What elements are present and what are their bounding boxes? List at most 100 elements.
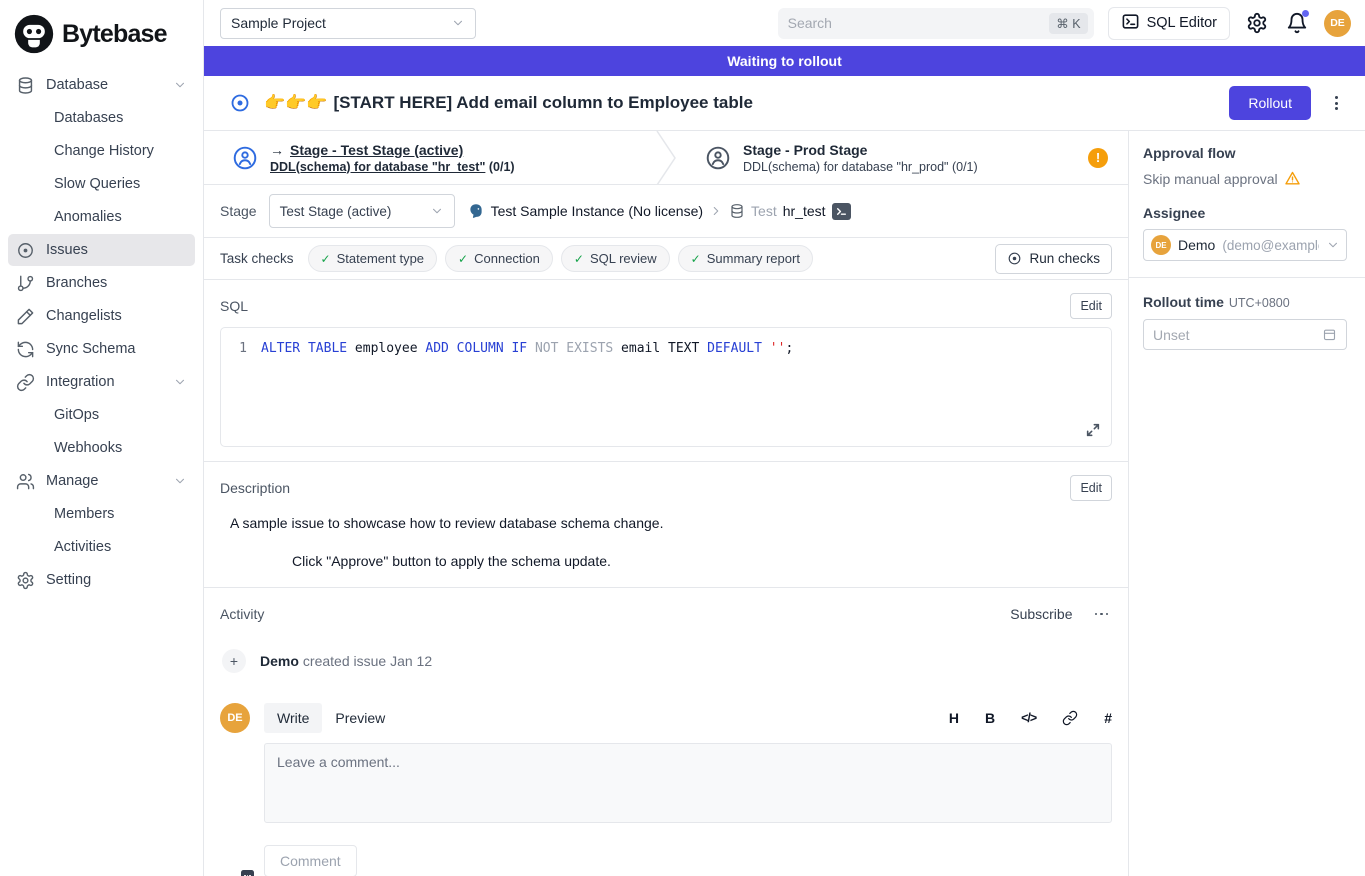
rollout-time-field[interactable] (1153, 327, 1322, 343)
stage-card-test[interactable]: →Stage - Test Stage (active) DDL(schema)… (204, 131, 655, 184)
sql-edit-button[interactable]: Edit (1070, 293, 1112, 319)
divider (1129, 277, 1365, 278)
sql-editor-button[interactable]: SQL Editor (1108, 7, 1230, 40)
code-format-button[interactable]: </> (1021, 711, 1036, 725)
comment-textarea[interactable] (264, 743, 1112, 823)
assignee-title: Assignee (1143, 205, 1347, 221)
assignee-avatar: DE (1151, 235, 1171, 255)
description-title: Description (220, 480, 290, 496)
project-select-value: Sample Project (231, 15, 451, 31)
pointing-finger-emoji: 👉👉👉 (264, 93, 328, 112)
check-icon: ✓ (691, 252, 701, 266)
user-avatar[interactable]: DE (1324, 10, 1351, 37)
task-checks-label: Task checks (220, 251, 294, 266)
rollout-time-title: Rollout timeUTC+0800 (1143, 294, 1347, 310)
stage-select[interactable]: Test Stage (active) (269, 194, 455, 228)
sidebar-item-change-history[interactable]: Change History (8, 135, 195, 167)
tab-preview[interactable]: Preview (322, 703, 398, 733)
sidebar-item-changelists[interactable]: Changelists (8, 300, 195, 332)
link-format-button[interactable] (1062, 710, 1078, 726)
sql-section-title: SQL (220, 298, 248, 314)
comment-avatar: DE (220, 703, 250, 733)
rollout-button[interactable]: Rollout (1229, 86, 1311, 120)
sidebar-item-slow-queries[interactable]: Slow Queries (8, 168, 195, 200)
activity-section: Activity Subscribe + Democreated issue J… (204, 588, 1128, 876)
stage-separator (655, 131, 677, 184)
stage-user-icon (232, 145, 258, 171)
sidebar-item-anomalies[interactable]: Anomalies (8, 201, 195, 233)
comment-bubble-icon (241, 870, 254, 876)
activity-more-icon[interactable] (1091, 609, 1113, 620)
open-in-sql-editor-icon[interactable] (832, 203, 851, 220)
stage-warning-badge: ! (1088, 148, 1108, 168)
sidebar-item-label: Database (46, 77, 173, 93)
pipeline-stages: →Stage - Test Stage (active) DDL(schema)… (204, 131, 1128, 185)
issue-icon (16, 240, 36, 260)
sidebar-item-gitops[interactable]: GitOps (8, 399, 195, 431)
line-number: 1 (221, 341, 261, 356)
git-branch-icon (16, 273, 36, 293)
plus-icon: + (222, 649, 246, 673)
instance-name[interactable]: Test Sample Instance (No license) (491, 203, 703, 219)
comment-submit-button[interactable]: Comment (264, 845, 357, 876)
warning-triangle-icon (1284, 170, 1301, 187)
postgresql-icon (467, 202, 485, 220)
stage-card-prod[interactable]: Stage - Prod Stage DDL(schema) for datab… (677, 131, 1128, 184)
chevron-down-icon (451, 16, 465, 30)
sidebar-item-sync-schema[interactable]: Sync Schema (8, 333, 195, 365)
notification-dot (1302, 10, 1309, 17)
notifications-bell-button[interactable] (1284, 10, 1310, 36)
chevron-down-icon (430, 204, 444, 218)
description-edit-button[interactable]: Edit (1070, 475, 1112, 501)
stage-label: Stage (220, 203, 257, 219)
sidebar-item-issues[interactable]: Issues (8, 234, 195, 266)
chevron-down-icon (1326, 238, 1340, 252)
more-actions-kebab-icon[interactable] (1323, 90, 1349, 116)
issue-header: 👉👉👉[START HERE] Add email column to Empl… (204, 76, 1365, 131)
project-select[interactable]: Sample Project (220, 8, 476, 39)
sidebar-item-webhooks[interactable]: Webhooks (8, 432, 195, 464)
sidebar-item-setting[interactable]: Setting (8, 564, 195, 596)
sidebar-item-database[interactable]: Database (8, 69, 195, 101)
calendar-icon (1322, 327, 1337, 342)
tab-write[interactable]: Write (264, 703, 322, 733)
database-name[interactable]: hr_test (783, 203, 826, 219)
sidebar-item-activities[interactable]: Activities (8, 531, 195, 563)
sidebar-item-members[interactable]: Members (8, 498, 195, 530)
sidebar-item-branches[interactable]: Branches (8, 267, 195, 299)
check-pill-connection[interactable]: ✓Connection (445, 245, 553, 272)
activity-title: Activity (220, 606, 264, 622)
timezone-label: UTC+0800 (1229, 296, 1290, 310)
settings-gear-button[interactable] (1244, 10, 1270, 36)
search-box[interactable]: ⌘ K (778, 8, 1094, 39)
sql-code-editor[interactable]: 1ALTER TABLE employee ADD COLUMN IF NOT … (220, 327, 1112, 447)
database-icon (16, 75, 36, 95)
sidebar-item-manage[interactable]: Manage (8, 465, 195, 497)
issue-sidebar: Approval flow Skip manual approval Assig… (1128, 131, 1365, 876)
sidebar-item-databases[interactable]: Databases (8, 102, 195, 134)
expand-fullscreen-icon[interactable] (1085, 422, 1101, 438)
issue-status-icon (230, 93, 250, 113)
subscribe-button[interactable]: Subscribe (1010, 606, 1072, 622)
search-input[interactable] (788, 15, 1050, 31)
hash-format-button[interactable]: # (1104, 710, 1112, 726)
check-pill-statement-type[interactable]: ✓Statement type (308, 245, 438, 272)
assignee-select[interactable]: DE Demo (demo@example (1143, 229, 1347, 261)
database-icon (729, 203, 745, 219)
check-icon: ✓ (321, 252, 331, 266)
check-pill-sql-review[interactable]: ✓SQL review (561, 245, 670, 272)
activity-entry-text: Democreated issue Jan 12 (260, 653, 432, 669)
check-pill-summary-report[interactable]: ✓Summary report (678, 245, 813, 272)
chevron-right-icon (709, 204, 723, 218)
task-checks-row: Task checks ✓Statement type ✓Connection … (204, 238, 1128, 280)
brand-logo[interactable]: Bytebase (0, 8, 203, 68)
environment-name: Test (751, 203, 777, 219)
gear-icon (16, 570, 36, 590)
stage-user-icon (705, 145, 731, 171)
heading-format-button[interactable]: H (949, 710, 959, 726)
sidebar-item-integration[interactable]: Integration (8, 366, 195, 398)
bold-format-button[interactable]: B (985, 710, 995, 726)
rollout-time-input[interactable] (1143, 319, 1347, 350)
run-checks-button[interactable]: Run checks (995, 244, 1112, 274)
chevron-down-icon (173, 78, 187, 92)
